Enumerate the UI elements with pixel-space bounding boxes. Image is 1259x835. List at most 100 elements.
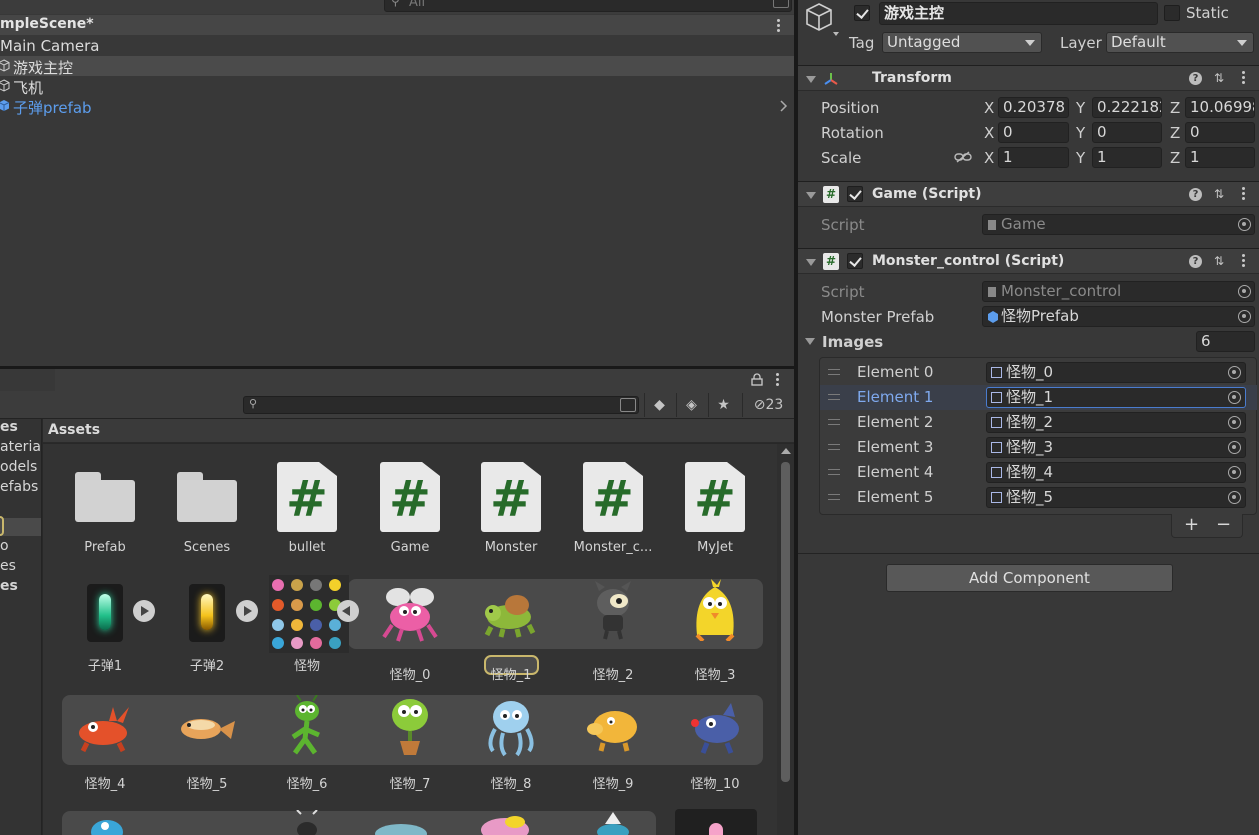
element-5-sprite-field[interactable]: 怪物_5 (986, 487, 1246, 508)
asset-sprite-monster-5[interactable]: 怪物_5 (156, 695, 258, 792)
monster-control-component-header[interactable]: # Monster_control (Script) ? ⇅ (798, 248, 1259, 274)
project-tab[interactable] (0, 369, 55, 391)
search-options-icon[interactable] (773, 0, 789, 8)
expand-play-icon[interactable] (236, 600, 258, 622)
favorite-star-icon[interactable]: ★ (708, 393, 738, 417)
layer-dropdown[interactable]: Default (1106, 32, 1254, 53)
component-menu-icon[interactable] (1242, 187, 1246, 201)
scroll-up-arrow-icon[interactable] (781, 448, 791, 454)
remove-element-button[interactable]: − (1216, 514, 1231, 535)
asset-script-monster-control[interactable]: # Monster_c... (562, 462, 664, 562)
hierarchy-item-plane[interactable]: 飞机 (0, 76, 794, 97)
component-menu-icon[interactable] (1242, 71, 1246, 85)
object-name-input[interactable]: 游戏主控 (879, 2, 1158, 25)
scale-x-field[interactable]: 1 (998, 147, 1069, 168)
presets-sliders-icon[interactable]: ⇅ (1212, 254, 1226, 268)
scale-z-field[interactable]: 1 (1185, 147, 1255, 168)
rotation-z-field[interactable]: 0 (1185, 122, 1255, 143)
folder-tree-item[interactable]: aterials (0, 439, 41, 455)
drag-handle-icon[interactable] (828, 394, 840, 400)
help-icon[interactable]: ? (1189, 188, 1202, 201)
transform-component-header[interactable]: Transform ? ⇅ (798, 65, 1259, 91)
asset-sprite-monster-1[interactable]: 怪物_1 (460, 579, 562, 683)
monster-14-thumbnail[interactable] (475, 812, 535, 835)
asset-sprite-monster-3[interactable]: 怪物_3 (664, 579, 766, 683)
presets-sliders-icon[interactable]: ⇅ (1212, 187, 1226, 201)
asset-folder-scenes[interactable]: Scenes (156, 462, 258, 562)
component-enabled-checkbox[interactable] (847, 186, 863, 202)
position-x-field[interactable]: 0.20378 (998, 97, 1069, 118)
scene-menu-icon[interactable] (777, 19, 781, 33)
object-picker-icon[interactable] (1228, 491, 1241, 504)
asset-sprite-monster-6[interactable]: 怪物_6 (256, 695, 358, 792)
chevron-right-icon[interactable] (780, 100, 788, 112)
foldout-arrow-icon[interactable] (806, 259, 816, 266)
scale-y-field[interactable]: 1 (1092, 147, 1162, 168)
folder-tree-item[interactable]: o (0, 538, 9, 554)
hidden-packages-toggle[interactable]: ⊘23 (742, 393, 794, 417)
asset-script-bullet[interactable]: # bullet (256, 462, 358, 562)
drag-handle-icon[interactable] (828, 419, 840, 425)
component-enabled-checkbox[interactable] (847, 253, 863, 269)
search-options-icon[interactable] (620, 398, 636, 412)
presets-sliders-icon[interactable]: ⇅ (1212, 71, 1226, 85)
asset-sprite-monster-2[interactable]: 怪物_2 (562, 579, 664, 683)
asset-sprite-bullet1[interactable]: 子弹1 (54, 582, 156, 676)
folder-tree-item[interactable]: es (0, 419, 18, 435)
static-checkbox[interactable] (1164, 5, 1180, 21)
folder-tree-item[interactable]: odels (0, 459, 37, 475)
asset-sprite-monster-10[interactable]: 怪物_10 (664, 695, 766, 792)
filter-by-label-icon[interactable]: ◈ (676, 393, 706, 417)
images-element-4[interactable]: Element 4 怪物_4 (820, 460, 1257, 485)
drag-handle-icon[interactable] (828, 369, 840, 375)
help-icon[interactable]: ? (1189, 72, 1202, 85)
gameobject-cube-icon[interactable] (805, 2, 839, 36)
assets-breadcrumb-label[interactable]: Assets (48, 422, 100, 438)
sprite-thumbnail[interactable] (675, 809, 757, 835)
game-script-component-header[interactable]: # Game (Script) ? ⇅ (798, 181, 1259, 207)
images-element-0[interactable]: Element 0 怪物_0 (820, 360, 1257, 385)
add-component-button[interactable]: Add Component (886, 564, 1173, 592)
component-menu-icon[interactable] (1242, 254, 1246, 268)
scrollbar-thumb[interactable] (781, 462, 790, 782)
position-z-field[interactable]: 10.06998 (1185, 97, 1255, 118)
drag-handle-icon[interactable] (828, 469, 840, 475)
hierarchy-item-bullet-prefab[interactable]: 子弹prefab (0, 96, 794, 117)
hierarchy-item-main-camera[interactable]: Main Camera (0, 36, 794, 56)
lock-icon[interactable] (751, 373, 763, 386)
hierarchy-search-field[interactable]: ⚲ All (384, 0, 792, 12)
asset-sprite-monster-8[interactable]: 怪物_8 (460, 695, 562, 792)
add-element-button[interactable]: + (1184, 514, 1199, 535)
asset-sprite-monster-4[interactable]: 怪物_4 (54, 695, 156, 792)
images-element-2[interactable]: Element 2 怪物_2 (820, 410, 1257, 435)
object-picker-icon[interactable] (1228, 441, 1241, 454)
element-0-sprite-field[interactable]: 怪物_0 (986, 362, 1246, 383)
drag-handle-icon[interactable] (828, 494, 840, 500)
folder-tree-selected-row[interactable] (0, 518, 41, 536)
foldout-arrow-icon[interactable] (806, 76, 816, 83)
element-3-sprite-field[interactable]: 怪物_3 (986, 437, 1246, 458)
object-picker-icon[interactable] (1228, 366, 1241, 379)
element-4-sprite-field[interactable]: 怪物_4 (986, 462, 1246, 483)
monster-prefab-field[interactable]: 怪物Prefab (982, 306, 1255, 327)
monster-15-thumbnail[interactable] (591, 812, 635, 835)
monster-11-thumbnail[interactable] (85, 816, 129, 835)
panel-menu-icon[interactable] (776, 373, 780, 387)
position-y-field[interactable]: 0.222182 (1092, 97, 1162, 118)
asset-sprite-monster-7[interactable]: 怪物_7 (359, 695, 461, 792)
folder-tree-item[interactable]: es (0, 578, 18, 594)
filter-by-type-icon[interactable]: ◆ (644, 393, 674, 417)
rotation-y-field[interactable]: 0 (1092, 122, 1162, 143)
rotation-x-field[interactable]: 0 (998, 122, 1069, 143)
asset-script-myjet[interactable]: # MyJet (664, 462, 766, 562)
images-element-3[interactable]: Element 3 怪物_3 (820, 435, 1257, 460)
monster-13-thumbnail[interactable] (371, 820, 431, 835)
element-2-sprite-field[interactable]: 怪物_2 (986, 412, 1246, 433)
folder-tree-item[interactable]: efabs (0, 479, 38, 495)
asset-sprite-monster-9[interactable]: 怪物_9 (562, 695, 664, 792)
drag-handle-icon[interactable] (828, 444, 840, 450)
collapse-play-icon[interactable] (337, 600, 359, 622)
monster-12-thumbnail[interactable] (287, 810, 327, 835)
asset-sprite-sheet-monsters[interactable]: 怪物 (256, 575, 358, 676)
object-picker-icon[interactable] (1228, 391, 1241, 404)
